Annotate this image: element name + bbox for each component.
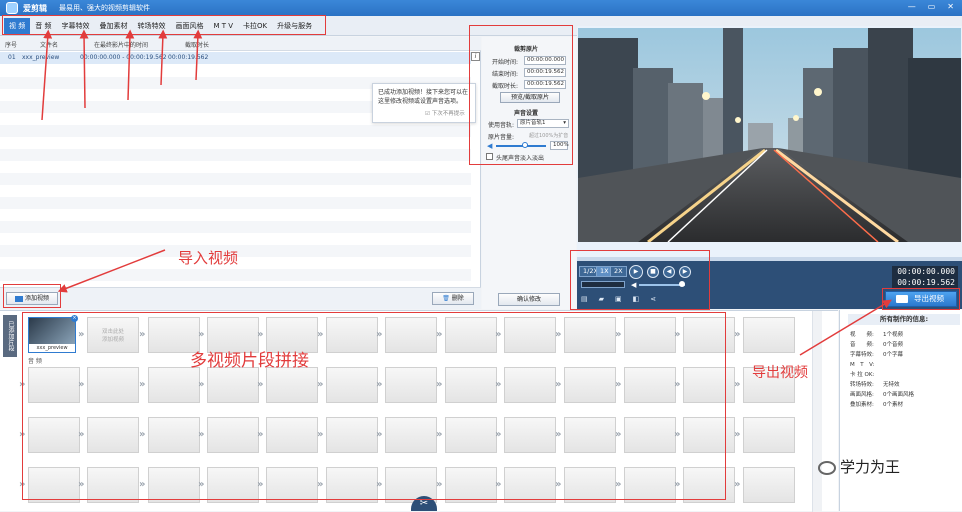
app-logo-icon <box>6 2 18 14</box>
annotation-box-export <box>882 288 960 310</box>
info-key: 音 频: <box>850 342 874 348</box>
info-line: 转场特效: 无特效 <box>850 380 900 388</box>
info-value: 0个素材 <box>883 402 903 408</box>
tip-line-1: 已成功添加视频！接下来您可以在 <box>378 89 469 96</box>
chevron-right-icon: » <box>734 429 741 440</box>
annotation-box-add <box>3 284 61 308</box>
annotation-box-timeline <box>22 312 726 500</box>
info-line: 音 频: 0个音频 <box>850 340 903 348</box>
info-value: 0个音频 <box>883 342 903 348</box>
row-span: 00:00:00.000 - 00:00:19.562 <box>80 54 167 61</box>
info-key: 叠加素材: <box>850 402 874 408</box>
info-header: 所有制作的信息: <box>848 314 960 325</box>
chevron-right-icon: » <box>734 479 741 490</box>
info-line: 卡 拉 OK: <box>850 370 874 378</box>
delete-button[interactable]: 🗑 删除 <box>432 292 474 305</box>
chevron-right-icon: » <box>734 329 741 340</box>
info-value: 0个字幕 <box>883 352 903 358</box>
info-line: 叠加素材: 0个素材 <box>850 400 903 408</box>
col-index: 序号 <box>5 42 18 49</box>
info-line: 画面风格: 0个画面风格 <box>850 390 914 398</box>
close-button[interactable]: ✕ <box>947 2 954 11</box>
col-timeline: 在最终影片中的时间 <box>94 42 149 49</box>
row-duration: 00:00:19.562 <box>168 54 209 61</box>
annotation-export: 导出视频 <box>752 365 808 381</box>
row-index: 01 <box>8 54 16 61</box>
info-line: M T V: <box>850 360 874 368</box>
annotation-box-settings <box>469 25 573 165</box>
timeline-scrollbar[interactable] <box>812 311 822 512</box>
restore-button[interactable]: ▭ <box>928 2 936 11</box>
watermark-text: 学力为王 <box>840 458 901 476</box>
no-remind-label: 下次不再提示 <box>431 111 465 117</box>
info-key: 转场特效: <box>850 382 874 388</box>
watermark: 学力为王 <box>818 456 900 477</box>
city-street-image <box>578 28 961 242</box>
annotation-import: 导入视频 <box>178 249 239 267</box>
tip-line-2: 这里修改视频或设置声音选项。 <box>378 98 463 105</box>
col-filename: 文件名 <box>40 42 59 49</box>
confirm-button[interactable]: 确认修改 <box>498 293 560 306</box>
col-duration: 截取时长 <box>185 42 210 49</box>
project-info-panel: 所有制作的信息: 视 频: 1个视频音 频: 0个音频字幕特效: 0个字幕 M T V:… <box>839 310 962 511</box>
info-value: 无特效 <box>883 382 900 388</box>
minimize-button[interactable]: — <box>908 2 916 11</box>
info-line: 字幕特效: 0个字幕 <box>850 350 903 358</box>
trash-icon: 🗑 <box>442 295 450 302</box>
empty-clip-slot[interactable] <box>743 417 795 453</box>
info-value: 1个视频 <box>883 332 903 338</box>
info-key: 字幕特效: <box>850 352 874 358</box>
info-key: M T V: <box>850 362 875 368</box>
added-clips-tab[interactable]: 已添加片段 <box>3 315 17 357</box>
annotation-box-menu <box>2 15 326 35</box>
wechat-icon <box>818 460 836 475</box>
annotation-splice: 多视频片段拼接 <box>190 351 309 371</box>
clip-list-panel: 序号 文件名 在最终影片中的时间 截取时长 01 xxx_preview 00:… <box>0 37 481 309</box>
delete-label: 删除 <box>451 295 464 302</box>
title-bar: 爱剪辑 最易用、强大的视频剪辑软件 — ▭ ✕ <box>0 0 962 16</box>
app-title: 爱剪辑 <box>23 3 47 13</box>
clip-list-footer: 添加视频 🗑 删除 <box>0 287 481 309</box>
table-row[interactable]: 01 xxx_preview 00:00:00.000 - 00:00:19.5… <box>0 52 471 64</box>
window-controls: — ▭ ✕ <box>908 2 954 11</box>
info-key: 画面风格: <box>850 392 874 398</box>
video-preview[interactable] <box>578 28 961 242</box>
empty-clip-slot[interactable] <box>743 317 795 353</box>
info-key: 视 频: <box>850 332 874 338</box>
chevron-right-icon: » <box>734 379 741 390</box>
row-filename: xxx_preview <box>22 54 60 61</box>
info-line: 视 频: 1个视频 <box>850 330 903 338</box>
app-tagline: 最易用、强大的视频剪辑软件 <box>59 4 150 12</box>
empty-clip-slot[interactable] <box>743 467 795 503</box>
info-key: 卡 拉 OK: <box>850 372 875 378</box>
annotation-box-controls <box>570 250 710 310</box>
table-header: 序号 文件名 在最终影片中的时间 截取时长 <box>0 37 481 51</box>
tip-popup: 已成功添加视频！接下来您可以在 这里修改视频或设置声音选项。 ☑ 下次不再提示 <box>372 83 476 123</box>
no-remind-checkbox[interactable]: ☑ 下次不再提示 <box>425 110 465 119</box>
info-value: 0个画面风格 <box>883 392 914 398</box>
preview-panel <box>577 26 962 260</box>
